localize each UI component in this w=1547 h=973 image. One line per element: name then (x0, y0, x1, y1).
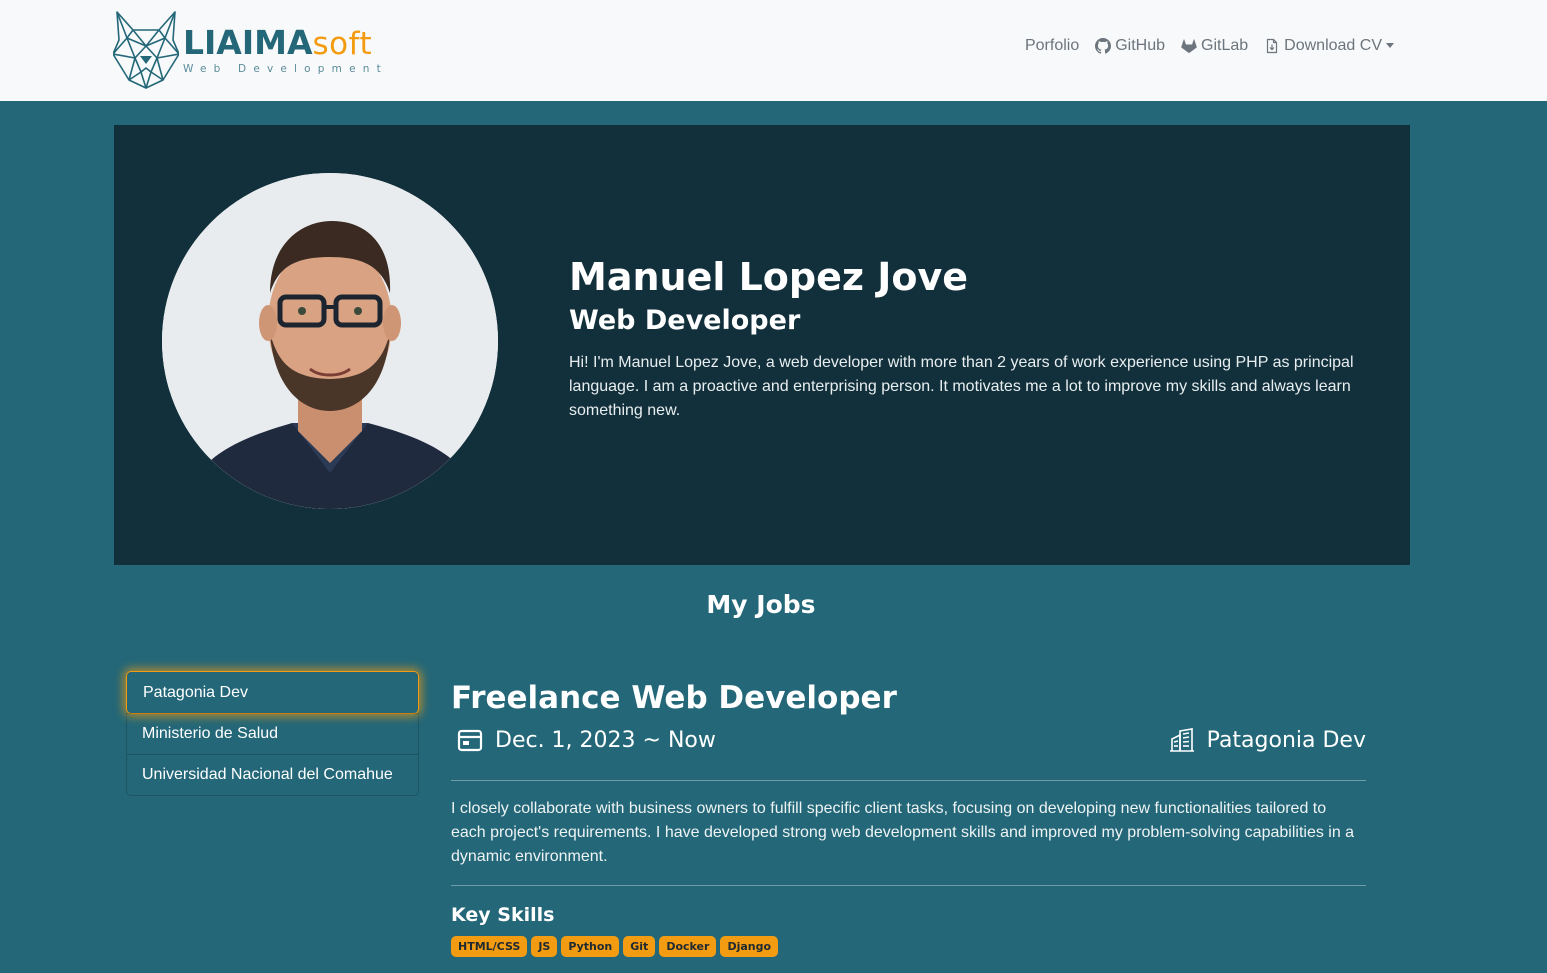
hero-section: Manuel Lopez Jove Web Developer Hi! I'm … (114, 125, 1410, 565)
job-period: Dec. 1, 2023 ~ Now (451, 727, 716, 753)
skills-badges: HTML/CSS JS Python Git Docker Django (451, 936, 1366, 957)
skill-badge: Python (561, 936, 620, 957)
key-skills-title: Key Skills (451, 904, 555, 926)
job-list-item-universidad-comahue[interactable]: Universidad Nacional del Comahue (127, 754, 418, 795)
navbar: LIAIMA soft Web Development Porfolio Git… (0, 0, 1547, 101)
brand-wordmark: LIAIMA soft Web Development (183, 26, 388, 75)
file-download-icon (1267, 38, 1278, 54)
profile-name: Manuel Lopez Jove (569, 255, 969, 299)
nav-link-label: Porfolio (1024, 37, 1080, 54)
profile-photo (162, 173, 498, 509)
job-list-item-label: Patagonia Dev (143, 683, 248, 701)
skill-badge: Git (623, 936, 656, 957)
jobs-section-title: My Jobs (706, 590, 816, 619)
brand-logo[interactable]: LIAIMA soft Web Development (113, 9, 381, 91)
brand-name-bold: LIAIMA (183, 22, 313, 62)
nav-link-label: GitLab (1201, 37, 1249, 54)
profile-role: Web Developer (569, 305, 801, 336)
fox-logo-icon (113, 11, 179, 89)
building-icon (1169, 728, 1194, 752)
skill-badge: Docker (659, 936, 717, 957)
nav-dropdown-download-cv[interactable]: Download CV (1256, 37, 1402, 55)
github-icon (1095, 38, 1112, 54)
divider (451, 780, 1366, 781)
caret-down-icon (1386, 42, 1394, 48)
nav-link-portfolio[interactable]: Porfolio (1017, 37, 1087, 55)
job-list-item-label: Universidad Nacional del Comahue (142, 766, 393, 783)
divider (451, 885, 1366, 886)
job-company: Patagonia Dev (1163, 727, 1366, 753)
hero-text: Manuel Lopez Jove Web Developer Hi! I'm … (569, 253, 1359, 423)
profile-bio: Hi! I'm Manuel Lopez Jove, a web develop… (569, 354, 1354, 419)
job-list-item-label: Ministerio de Salud (142, 725, 279, 742)
job-meta: Dec. 1, 2023 ~ Now Patagonia Dev (451, 720, 1366, 760)
job-period-text: Dec. 1, 2023 ~ Now (495, 727, 716, 753)
skill-badge: Django (720, 936, 779, 957)
job-list: Patagonia Dev Ministerio de Salud Univer… (126, 671, 419, 796)
nav-link-label: GitHub (1115, 37, 1166, 54)
nav-links: Porfolio GitHub GitLab Download CV (1017, 37, 1402, 55)
job-description: I closely collaborate with business owne… (451, 800, 1355, 865)
job-list-item-patagonia-dev[interactable]: Patagonia Dev (126, 671, 419, 714)
job-detail: Freelance Web Developer Dec. 1, 2023 ~ N… (451, 676, 1366, 957)
nav-link-label: Download CV (1284, 37, 1382, 54)
nav-link-gitlab[interactable]: GitLab (1173, 37, 1256, 55)
job-title: Freelance Web Developer (451, 680, 897, 716)
gitlab-icon (1181, 39, 1197, 54)
job-company-text: Patagonia Dev (1206, 727, 1366, 753)
skill-badge: HTML/CSS (451, 936, 528, 957)
skill-badge: JS (531, 936, 558, 957)
job-list-item-ministerio-de-salud[interactable]: Ministerio de Salud (127, 713, 418, 754)
brand-name-light: soft (312, 25, 373, 62)
avatar (162, 173, 498, 509)
calendar-card-icon (457, 729, 483, 752)
brand-tagline: Web Development (183, 62, 388, 75)
nav-link-github[interactable]: GitHub (1087, 37, 1173, 55)
